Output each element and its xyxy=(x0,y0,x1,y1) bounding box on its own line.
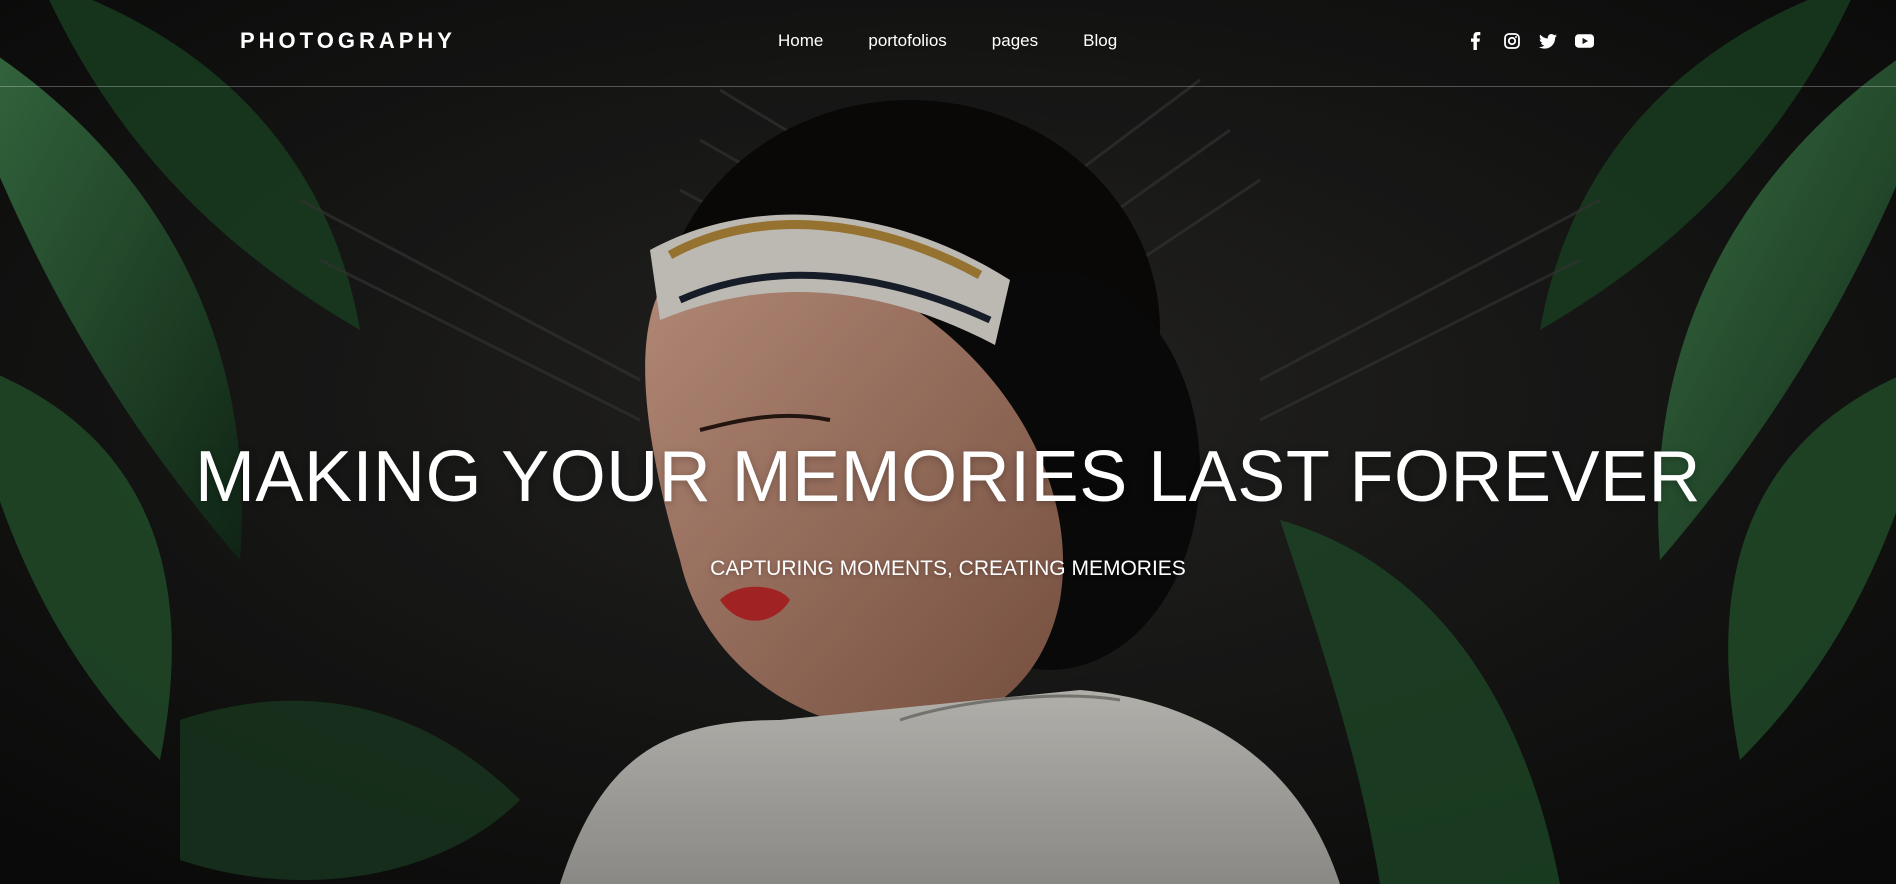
nav-link-blog[interactable]: Blog xyxy=(1083,31,1117,51)
site-logo[interactable]: PHOTOGRAPHY xyxy=(240,28,456,54)
hero-subheadline: CAPTURING MOMENTS, CREATING MEMORIES xyxy=(710,557,1186,580)
nav-link-portofolios[interactable]: portofolios xyxy=(868,31,946,51)
instagram-icon[interactable] xyxy=(1502,31,1522,51)
nav-link-home[interactable]: Home xyxy=(778,31,823,51)
youtube-icon[interactable] xyxy=(1574,31,1594,51)
main-nav: Home portofolios pages Blog xyxy=(778,31,1117,51)
site-header: PHOTOGRAPHY Home portofolios pages Blog xyxy=(0,0,1896,87)
facebook-icon[interactable] xyxy=(1466,31,1486,51)
nav-link-pages[interactable]: pages xyxy=(992,31,1038,51)
social-links xyxy=(1466,31,1594,51)
hero-headline: MAKING YOUR MEMORIES LAST FOREVER xyxy=(194,437,1702,517)
twitter-icon[interactable] xyxy=(1538,31,1558,51)
hero-section: PHOTOGRAPHY Home portofolios pages Blog xyxy=(0,0,1896,884)
